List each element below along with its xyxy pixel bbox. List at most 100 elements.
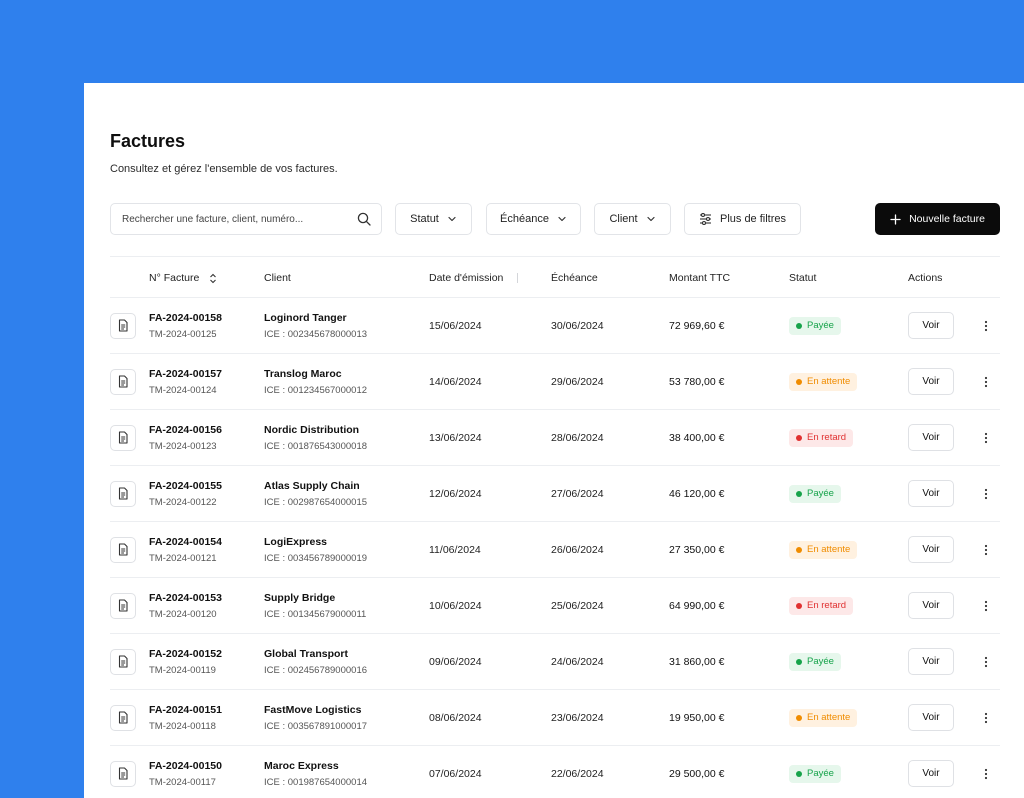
new-invoice-button[interactable]: Nouvelle facture [875,203,1000,235]
document-icon [110,424,136,451]
column-actions-label: Actions [908,272,943,284]
more-vertical-icon[interactable] [980,764,992,784]
filter-statut[interactable]: Statut [395,203,472,235]
more-cell [980,410,992,465]
search-icon[interactable] [357,212,371,226]
client-ice: ICE : 002987654000015 [264,496,368,508]
more-vertical-icon[interactable] [980,428,992,448]
status-cell: Payée [789,466,841,521]
view-button[interactable]: Voir [908,536,954,563]
issue-date: 13/06/2024 [429,431,482,444]
client-ice: ICE : 001987654000014 [264,776,368,788]
more-vertical-icon[interactable] [980,484,992,504]
issue-date: 14/06/2024 [429,375,482,388]
search-box[interactable] [110,203,382,235]
invoice-number: FA-2024-00156 [149,423,222,436]
table-row[interactable]: FA-2024-00156 TM-2024-00123 Nordic Distrib… [110,410,1000,466]
status-badge: En attente [789,372,858,391]
view-button[interactable]: Voir [908,760,954,787]
more-vertical-icon[interactable] [980,652,992,672]
row-icon-cell [110,298,136,353]
more-vertical-icon[interactable] [980,540,992,560]
view-button[interactable]: Voir [908,704,954,731]
column-header-actions: Actions [908,257,942,299]
status-label: En attente [807,544,851,555]
view-button[interactable]: Voir [908,648,954,675]
table-row[interactable]: FA-2024-00153 TM-2024-00120 Supply Bridge I… [110,578,1000,634]
table-row[interactable]: FA-2024-00158 TM-2024-00125 Loginord Tange… [110,298,1000,354]
more-filters-button[interactable]: Plus de filtres [684,203,801,235]
client-name: LogiExpress [264,535,328,548]
view-button[interactable]: Voir [908,368,954,395]
row-icon-cell [110,578,136,633]
invoices-table: N° Facture Client Date d'émission Échéan… [110,256,1000,798]
status-cell: Payée [789,746,841,798]
client-name: Nordic Distribution [264,423,360,436]
row-icon-cell [110,522,136,577]
client-cell: Atlas Supply Chain ICE : 002987654000015 [264,466,367,521]
chevron-down-icon [447,214,457,224]
view-button[interactable]: Voir [908,480,954,507]
status-badge: Payée [789,484,841,503]
status-label: Payée [807,656,834,667]
invoice-cell: FA-2024-00155 TM-2024-00122 [149,466,222,521]
amount: 19 950,00 € [669,711,725,724]
invoice-cell: FA-2024-00152 TM-2024-00119 [149,634,222,689]
table-row[interactable]: FA-2024-00152 TM-2024-00119 Global Transpo… [110,634,1000,690]
more-vertical-icon[interactable] [980,372,992,392]
invoice-reference: TM-2024-00123 [149,440,217,452]
column-header-status: Statut [789,257,816,299]
document-icon [110,592,136,619]
column-header-invoice[interactable]: N° Facture [149,257,217,299]
table-row[interactable]: FA-2024-00155 TM-2024-00122 Atlas Supply C… [110,466,1000,522]
due-date: 26/06/2024 [551,543,604,556]
table-row[interactable]: FA-2024-00150 TM-2024-00117 Maroc Express I… [110,746,1000,798]
chevron-down-icon [646,214,656,224]
invoice-number: FA-2024-00157 [149,367,222,380]
row-icon-cell [110,634,136,689]
client-name: Maroc Express [264,759,339,772]
more-cell [980,298,992,353]
actions-cell: Voir [908,466,954,521]
table-row[interactable]: FA-2024-00151 TM-2024-00118 FastMove Logis… [110,690,1000,746]
amount: 64 990,00 € [669,599,725,612]
status-label: En retard [807,600,847,611]
status-cell: En retard [789,410,854,465]
new-invoice-label: Nouvelle facture [909,213,985,225]
column-header-due-date: Échéance [551,257,598,299]
table-row[interactable]: FA-2024-00157 TM-2024-00124 Translog Maroc… [110,354,1000,410]
status-dot [796,434,802,441]
client-name: Atlas Supply Chain [264,479,360,492]
main-panel: Factures Consultez et gérez l'ensemble d… [84,83,1024,798]
search-input[interactable] [122,213,357,225]
invoice-reference: TM-2024-00122 [149,496,217,508]
sort-icon[interactable] [209,273,217,284]
invoice-number: FA-2024-00154 [149,535,222,548]
issue-date: 11/06/2024 [429,543,481,556]
status-label: Payée [807,488,834,499]
actions-cell: Voir [908,298,954,353]
client-ice: ICE : 001234567000012 [264,384,368,396]
actions-cell: Voir [908,690,954,745]
view-button[interactable]: Voir [908,424,954,451]
more-vertical-icon[interactable] [980,708,992,728]
invoice-reference: TM-2024-00119 [149,664,216,676]
invoice-cell: FA-2024-00158 TM-2024-00125 [149,298,222,353]
document-icon [110,312,136,339]
table-row[interactable]: FA-2024-00154 TM-2024-00121 LogiExpress ICE… [110,522,1000,578]
invoice-reference: TM-2024-00124 [149,384,217,396]
invoice-number: FA-2024-00150 [149,759,222,772]
view-button[interactable]: Voir [908,312,954,339]
more-cell [980,690,992,745]
invoice-number: FA-2024-00152 [149,647,222,660]
invoice-number: FA-2024-00151 [149,703,222,716]
invoice-reference: TM-2024-00118 [149,720,216,732]
client-cell: Supply Bridge ICE : 001345679000011 [264,578,366,633]
filter-client[interactable]: Client [594,203,671,235]
due-date: 24/06/2024 [551,655,604,668]
client-cell: FastMove Logistics ICE : 003567891000017 [264,690,367,745]
more-vertical-icon[interactable] [980,316,992,336]
view-button[interactable]: Voir [908,592,954,619]
filter-echeance[interactable]: Échéance [486,203,581,235]
more-vertical-icon[interactable] [980,596,992,616]
